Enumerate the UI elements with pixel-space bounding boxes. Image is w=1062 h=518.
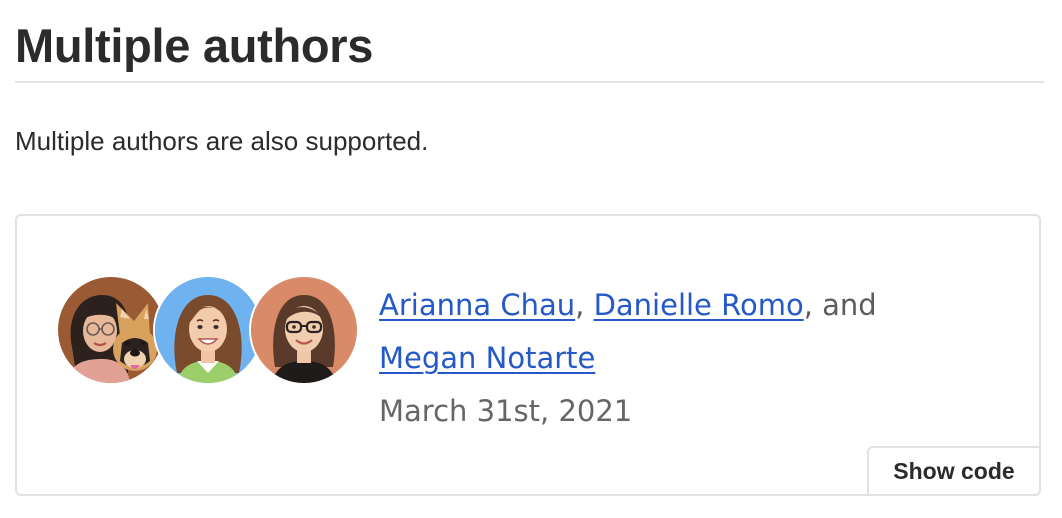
author-avatar-megan bbox=[249, 275, 359, 385]
author-avatar-arianna bbox=[56, 275, 166, 385]
avatar-woman-with-dog-icon bbox=[58, 277, 164, 383]
author-link-arianna-chau[interactable]: Arianna Chau bbox=[379, 288, 575, 322]
example-card: Arianna Chau, Danielle Romo, and Megan N… bbox=[15, 214, 1041, 496]
author-names-line-2: Megan Notarte bbox=[379, 332, 999, 385]
title-divider bbox=[15, 81, 1044, 83]
publish-date: March 31st, 2021 bbox=[379, 394, 633, 428]
avatar-woman-brown-hair-icon bbox=[155, 277, 261, 383]
avatar-group bbox=[56, 275, 359, 385]
section-intro: Multiple authors are also supported. bbox=[15, 126, 429, 156]
author-link-megan-notarte[interactable]: Megan Notarte bbox=[379, 341, 595, 375]
author-byline: Arianna Chau, Danielle Romo, and Megan N… bbox=[56, 275, 1016, 445]
author-info: Arianna Chau, Danielle Romo, and Megan N… bbox=[379, 279, 999, 438]
author-separator-and: , and bbox=[803, 288, 877, 322]
section-title: Multiple authors bbox=[15, 19, 374, 72]
author-link-danielle-romo[interactable]: Danielle Romo bbox=[594, 288, 804, 322]
author-names: Arianna Chau, Danielle Romo, and bbox=[379, 279, 999, 332]
author-separator: , bbox=[575, 288, 585, 322]
avatar-woman-glasses-icon bbox=[251, 277, 357, 383]
show-code-button[interactable]: Show code bbox=[867, 446, 1041, 496]
author-avatar-danielle bbox=[153, 275, 263, 385]
